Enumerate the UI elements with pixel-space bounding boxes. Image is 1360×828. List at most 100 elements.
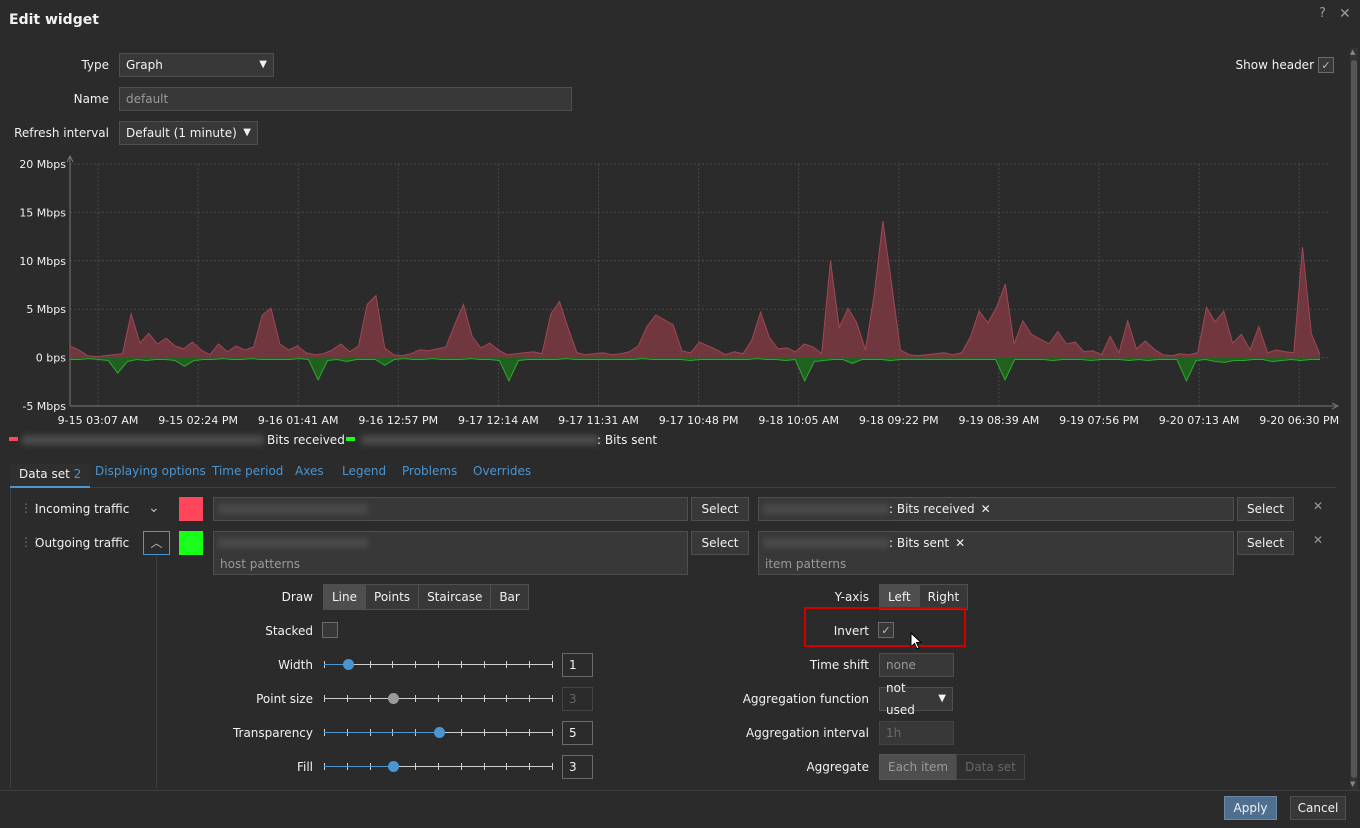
aggregate-option-data-set[interactable]: Data set — [956, 754, 1025, 780]
slider-tick — [529, 695, 531, 702]
y-tick-label: 10 Mbps — [19, 255, 66, 268]
host-patterns-placeholder: host patterns — [220, 557, 301, 571]
time-shift-label: Time shift — [809, 658, 869, 672]
point-size-value-input[interactable]: 3 — [562, 687, 593, 711]
dataset-name-incoming: Incoming traffic — [35, 502, 130, 516]
y-tick-label: 5 Mbps — [26, 303, 66, 316]
slider-tick — [552, 695, 553, 702]
y-tick-label: 15 Mbps — [19, 206, 66, 219]
x-tick-label: 9-19 07:56 PM — [1059, 414, 1139, 427]
scroll-down-icon[interactable]: ▼ — [1350, 780, 1355, 788]
chevron-down-icon: ▼ — [259, 59, 267, 70]
invert-checkbox[interactable]: ✓ — [878, 622, 894, 638]
color-picker-incoming[interactable] — [179, 497, 203, 521]
x-tick-label: 9-16 12:57 PM — [358, 414, 438, 427]
item-tag-bits-received: : Bits received ✕ — [889, 502, 991, 516]
draw-segmented-control: Line Points Staircase Bar — [323, 584, 529, 610]
width-slider[interactable] — [324, 658, 553, 672]
help-icon[interactable]: ? — [1319, 6, 1326, 21]
legend-label-received: Bits received — [267, 433, 345, 447]
width-value-input[interactable]: 1 — [562, 653, 593, 677]
slider-knob[interactable] — [434, 727, 445, 738]
host-pattern-input-incoming[interactable] — [213, 497, 688, 521]
x-tick-label: 9-19 08:39 AM — [959, 414, 1040, 427]
panel-border — [10, 488, 11, 788]
remove-tag-icon[interactable]: ✕ — [981, 502, 991, 516]
stacked-checkbox[interactable] — [322, 622, 338, 638]
tab-time-period[interactable]: Time period — [212, 464, 283, 478]
type-value: Graph — [126, 58, 163, 72]
cancel-button[interactable]: Cancel — [1290, 796, 1346, 820]
dataset-indent-line — [156, 556, 157, 788]
remove-tag-icon[interactable]: ✕ — [955, 536, 965, 550]
scrollbar-thumb[interactable] — [1351, 60, 1357, 778]
select-host-button-outgoing[interactable]: Select — [691, 531, 749, 555]
color-picker-outgoing[interactable] — [179, 531, 203, 555]
item-pattern-input-outgoing[interactable]: : Bits sent ✕ item patterns — [758, 531, 1234, 575]
chevron-up-icon[interactable]: ︿ — [143, 531, 170, 555]
item-pattern-input-incoming[interactable]: : Bits received ✕ — [758, 497, 1234, 521]
invert-label: Invert — [833, 624, 869, 638]
footer-divider — [0, 790, 1360, 791]
chevron-down-icon[interactable]: ⌄ — [148, 500, 160, 516]
remove-dataset-icon[interactable]: ✕ — [1313, 533, 1323, 547]
slider-tick — [483, 695, 485, 702]
slider-knob[interactable] — [388, 693, 400, 704]
point-size-slider[interactable] — [324, 692, 553, 706]
aggregation-function-select[interactable]: not used ▼ — [879, 681, 953, 717]
dialog-title: Edit widget — [9, 12, 99, 28]
fill-slider[interactable] — [324, 760, 553, 774]
draw-option-staircase[interactable]: Staircase — [418, 584, 492, 610]
tab-data-set[interactable]: Data set 2 — [10, 464, 91, 488]
x-tick-label: 9-18 10:05 AM — [758, 414, 839, 427]
x-tick-label: 9-15 03:07 AM — [58, 414, 139, 427]
legend-host-blurred — [22, 435, 264, 445]
aggregate-segmented-control: Each item Data set — [879, 754, 1025, 780]
slider-tick — [369, 695, 371, 702]
tab-problems[interactable]: Problems — [402, 464, 457, 478]
mouse-cursor-icon — [910, 632, 923, 650]
width-label: Width — [278, 658, 313, 672]
select-item-button-incoming[interactable]: Select — [1237, 497, 1294, 521]
refresh-interval-select[interactable]: Default (1 minute) ▼ — [119, 121, 258, 145]
close-icon[interactable]: ✕ — [1339, 6, 1351, 22]
slider-tick — [506, 763, 508, 770]
slider-tick — [483, 661, 485, 668]
remove-dataset-icon[interactable]: ✕ — [1313, 499, 1323, 513]
tab-axes[interactable]: Axes — [295, 464, 324, 478]
tab-legend[interactable]: Legend — [342, 464, 386, 478]
aggregation-interval-input[interactable]: 1h — [879, 721, 954, 745]
show-header-checkbox[interactable]: ✓ — [1318, 57, 1334, 73]
slider-knob[interactable] — [342, 659, 354, 670]
select-item-button-outgoing[interactable]: Select — [1237, 531, 1294, 555]
y-tick-label: 20 Mbps — [19, 158, 66, 171]
aggregate-option-each-item[interactable]: Each item — [879, 754, 958, 780]
chevron-down-icon: ▼ — [243, 127, 251, 138]
draw-option-points[interactable]: Points — [365, 584, 420, 610]
aggregation-function-label: Aggregation function — [742, 692, 869, 706]
apply-button[interactable]: Apply — [1224, 796, 1277, 820]
host-tag-blurred — [218, 538, 368, 548]
name-input[interactable]: default — [119, 87, 572, 111]
fill-value-input[interactable]: 3 — [562, 755, 593, 779]
chevron-down-icon: ▼ — [938, 693, 946, 704]
transparency-value-input[interactable]: 5 — [562, 721, 593, 745]
slider-tick — [529, 763, 531, 770]
y-tick-label: 0 bps — [36, 352, 66, 365]
tab-displaying-options[interactable]: Displaying options — [95, 464, 206, 478]
draw-option-bar[interactable]: Bar — [490, 584, 529, 610]
transparency-slider[interactable] — [324, 726, 553, 740]
slider-knob[interactable] — [388, 761, 400, 772]
series-line-sent — [70, 358, 1320, 382]
slider-tick — [483, 729, 485, 736]
select-host-button-incoming[interactable]: Select — [691, 497, 749, 521]
type-select[interactable]: Graph ▼ — [119, 53, 274, 77]
slider-tick — [483, 763, 485, 770]
tab-overrides[interactable]: Overrides — [473, 464, 531, 478]
slider-tick — [415, 695, 417, 702]
draw-option-line[interactable]: Line — [323, 584, 367, 610]
time-shift-input[interactable]: none — [879, 653, 954, 677]
scroll-up-icon[interactable]: ▲ — [1350, 48, 1355, 56]
slider-tick — [346, 695, 348, 702]
host-pattern-input-outgoing[interactable]: host patterns — [213, 531, 688, 575]
